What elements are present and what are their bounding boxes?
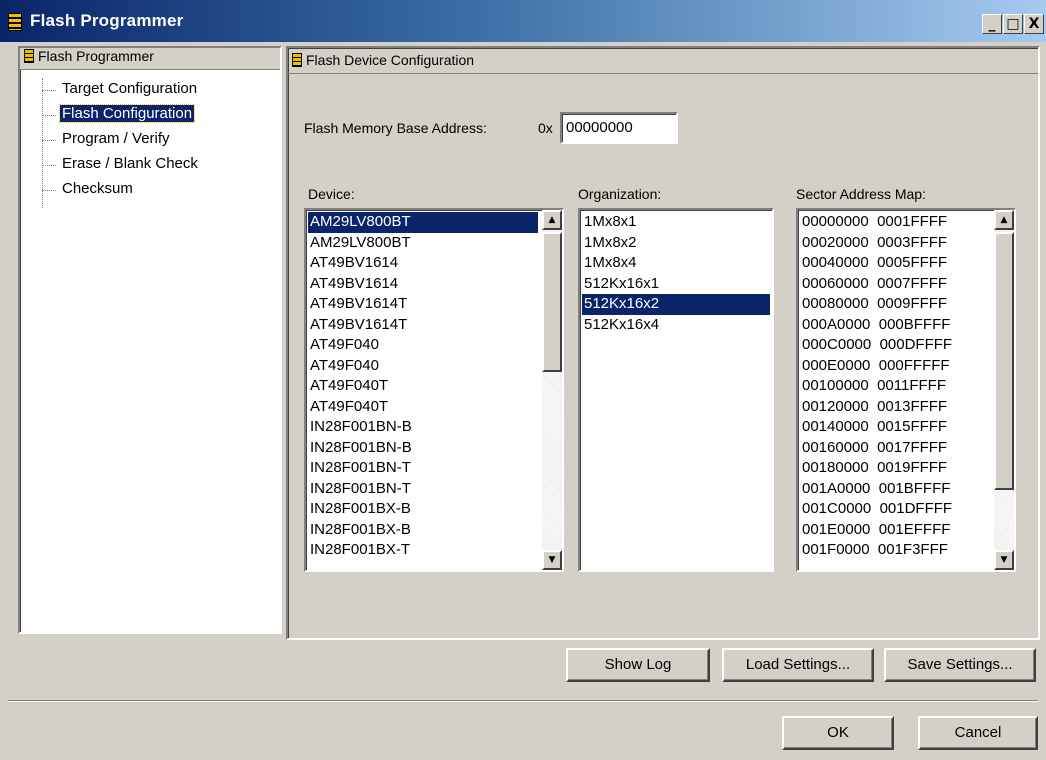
base-address-input[interactable]: 00000000 (560, 112, 678, 144)
tree-item-label: Checksum (62, 180, 133, 197)
device-list-item[interactable]: AT49BV1614 (308, 253, 538, 274)
sector-map-label: Sector Address Map: (796, 186, 926, 202)
device-list-item[interactable]: AT49F040T (308, 397, 538, 418)
device-list-item[interactable]: IN28F001BX-T (308, 540, 538, 561)
tree-root-label: Flash Programmer (38, 48, 154, 64)
device-list-item[interactable]: IN28F001BX-B (308, 520, 538, 541)
maximize-button[interactable]: □ (1003, 14, 1023, 34)
organization-label: Organization: (578, 186, 662, 202)
device-scroll-thumb[interactable] (542, 232, 562, 372)
cancel-button[interactable]: Cancel (918, 716, 1038, 750)
device-scroll-up-button[interactable]: ▲ (542, 210, 562, 230)
sector-map-item[interactable]: 000C0000 000DFFFF (800, 335, 990, 356)
ok-button[interactable]: OK (782, 716, 894, 750)
device-list-item[interactable]: IN28F001BN-T (308, 458, 538, 479)
sector-map-item[interactable]: 00040000 0005FFFF (800, 253, 990, 274)
save-settings-button[interactable]: Save Settings... (884, 648, 1036, 682)
device-list-item[interactable]: AT49F040 (308, 356, 538, 377)
tree-item-target-configuration[interactable]: Target Configuration (20, 78, 280, 103)
flash-app-icon (8, 13, 22, 31)
sector-map-item[interactable]: 00080000 0009FFFF (800, 294, 990, 315)
sector-map-item[interactable]: 001F0000 001F3FFF (800, 540, 990, 561)
sector-scroll-thumb[interactable] (994, 232, 1014, 490)
window-title: Flash Programmer (30, 11, 184, 30)
sector-map-item[interactable]: 00120000 0013FFFF (800, 397, 990, 418)
minimize-button[interactable]: _ (982, 14, 1002, 34)
tree-item-program-verify[interactable]: Program / Verify (20, 128, 280, 153)
tree-item-label: Flash Configuration (58, 104, 196, 123)
panel-header: Flash Device Configuration (288, 48, 1038, 74)
tree-item-label: Target Configuration (62, 80, 198, 97)
navigation-tree[interactable]: Flash Programmer Target Configuration Fla… (18, 46, 282, 634)
organization-list-item[interactable]: 1Mx8x2 (582, 233, 770, 254)
button-separator (8, 700, 1038, 702)
organization-list-item[interactable]: 512Kx16x4 (582, 315, 770, 336)
sector-scrollbar[interactable]: ▲ ▼ (994, 210, 1014, 570)
device-list-item[interactable]: AM29LV800BT (308, 212, 538, 233)
tree-item-label: Program / Verify (62, 130, 170, 147)
flash-icon (292, 53, 302, 67)
flash-icon (24, 49, 34, 63)
organization-list-item[interactable]: 1Mx8x4 (582, 253, 770, 274)
device-listbox[interactable]: AM29LV800BT AM29LV800BT AT49BV1614 AT49BV16… (304, 208, 564, 572)
device-list-item[interactable]: IN28F001BN-B (308, 438, 538, 459)
title-bar[interactable]: Flash Programmer _ □ X (0, 0, 1046, 42)
organization-list-item[interactable]: 1Mx8x1 (582, 212, 770, 233)
sector-map-item[interactable]: 00020000 0003FFFF (800, 233, 990, 254)
device-list-item[interactable]: IN28F001BN-B (308, 417, 538, 438)
show-log-button[interactable]: Show Log (566, 648, 710, 682)
sector-map-item[interactable]: 001A0000 001BFFFF (800, 479, 990, 500)
device-list-item[interactable]: IN28F001BX-B (308, 499, 538, 520)
organization-rows: 1Mx8x1 1Mx8x2 1Mx8x4 512Kx16x1 512Kx16x2 512K… (582, 212, 770, 335)
device-list-item[interactable]: IN28F001BN-T (308, 479, 538, 500)
sector-address-map-listbox[interactable]: 00000000 0001FFFF 00020000 0003FFFF 000400… (796, 208, 1016, 572)
sector-rows: 00000000 0001FFFF 00020000 0003FFFF 000400… (800, 212, 990, 561)
window-controls: _ □ X (981, 14, 1044, 34)
device-list-item[interactable]: AT49BV1614 (308, 274, 538, 295)
device-list-item[interactable]: AT49F040T (308, 376, 538, 397)
device-scroll-down-button[interactable]: ▼ (542, 550, 562, 570)
tree-root[interactable]: Flash Programmer (20, 48, 280, 70)
tree-item-erase-blank-check[interactable]: Erase / Blank Check (20, 153, 280, 178)
flash-device-configuration-panel: Flash Device Configuration Flash Memory … (286, 46, 1040, 640)
base-address-prefix: 0x (538, 120, 553, 136)
tree-item-flash-configuration[interactable]: Flash Configuration (20, 103, 280, 128)
organization-list-item[interactable]: 512Kx16x1 (582, 274, 770, 295)
sector-map-item[interactable]: 001E0000 001EFFFF (800, 520, 990, 541)
device-list-item[interactable]: AT49F040 (308, 335, 538, 356)
device-label: Device: (308, 186, 355, 202)
sector-map-item[interactable]: 000E0000 000FFFFF (800, 356, 990, 377)
sector-scroll-up-button[interactable]: ▲ (994, 210, 1014, 230)
device-rows: AM29LV800BT AM29LV800BT AT49BV1614 AT49BV16… (308, 212, 538, 561)
sector-map-item[interactable]: 000A0000 000BFFFF (800, 315, 990, 336)
sector-map-item[interactable]: 00160000 0017FFFF (800, 438, 990, 459)
organization-listbox[interactable]: 1Mx8x1 1Mx8x2 1Mx8x4 512Kx16x1 512Kx16x2 512K… (578, 208, 774, 572)
close-button[interactable]: X (1024, 14, 1044, 34)
device-scrollbar[interactable]: ▲ ▼ (542, 210, 562, 570)
load-settings-button[interactable]: Load Settings... (722, 648, 874, 682)
tree-item-label: Erase / Blank Check (62, 155, 198, 172)
device-list-item[interactable]: AT49BV1614T (308, 294, 538, 315)
sector-map-item[interactable]: 00060000 0007FFFF (800, 274, 990, 295)
sector-map-item[interactable]: 00100000 0011FFFF (800, 376, 990, 397)
device-list-item[interactable]: AM29LV800BT (308, 233, 538, 254)
sector-scroll-down-button[interactable]: ▼ (994, 550, 1014, 570)
device-list-item[interactable]: AT49BV1614T (308, 315, 538, 336)
sector-map-item[interactable]: 00000000 0001FFFF (800, 212, 990, 233)
organization-list-item[interactable]: 512Kx16x2 (582, 294, 770, 315)
sector-map-item[interactable]: 00140000 0015FFFF (800, 417, 990, 438)
sector-map-item[interactable]: 00180000 0019FFFF (800, 458, 990, 479)
tree-item-checksum[interactable]: Checksum (20, 178, 280, 203)
base-address-label: Flash Memory Base Address: (304, 120, 487, 136)
tree-items: Target Configuration Flash Configuration P… (20, 78, 280, 203)
panel-title: Flash Device Configuration (306, 52, 475, 68)
sector-map-item[interactable]: 001C0000 001DFFFF (800, 499, 990, 520)
